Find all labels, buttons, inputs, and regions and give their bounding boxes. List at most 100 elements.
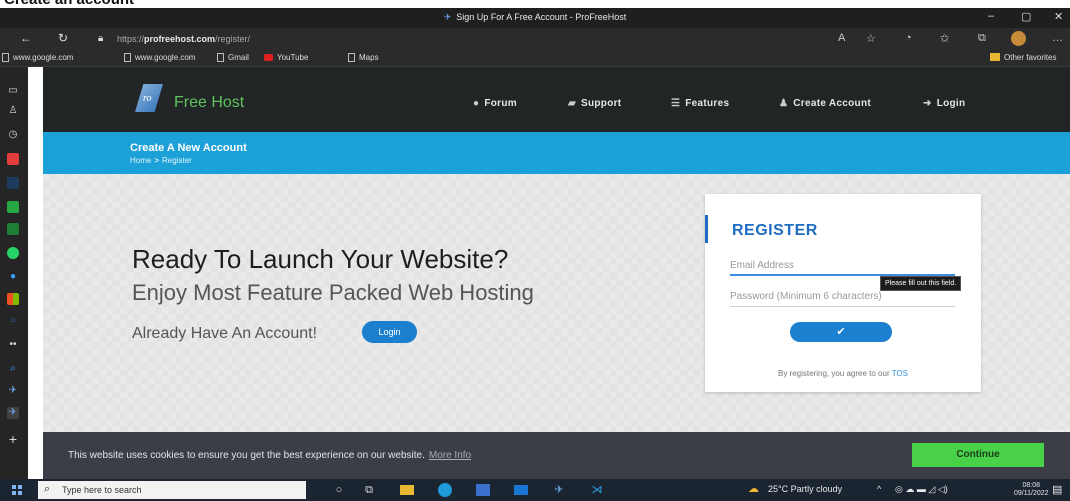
taskbar-search-input[interactable]: ⌕ Type here to search xyxy=(38,481,306,499)
file-explorer-icon[interactable] xyxy=(400,485,414,495)
bookmark-maps[interactable]: Maps xyxy=(348,53,379,62)
address-bar-row: ← ↻ 🔒︎ https://profreehost.com/register/… xyxy=(0,28,1070,50)
page-icon xyxy=(348,53,355,62)
clock[interactable]: 08:08 09/11/2022 xyxy=(1014,482,1049,498)
nav-create-account[interactable]: ♟ Create Account xyxy=(779,98,871,109)
bookmarks-bar: www.google.com www.google.com Gmail YouT… xyxy=(0,50,1070,67)
browser-titlebar: ✈ Sign Up For A Free Account - ProFreeHos… xyxy=(0,8,1070,28)
profreehost-task-icon[interactable]: ✈ xyxy=(552,483,566,497)
search-icon: ⌕ xyxy=(44,483,51,495)
weather-text[interactable]: 25°C Partly cloudy xyxy=(768,484,842,494)
screen: Create an account ✈Sign Up For A Free Ac… xyxy=(0,0,1070,501)
site-header: ro Free Host ● Forum ▰ Support ☰ Features ♟… xyxy=(43,67,1070,132)
cookie-banner: This website uses cookies to ensure you … xyxy=(43,432,1070,479)
browser-sidebar: ▭ ♙ ◷ ● ○ •• ⌕ ✈ ✈ + xyxy=(0,67,28,479)
more-info-link[interactable]: More Info xyxy=(429,450,471,461)
signin-icon: ➜ xyxy=(923,98,932,109)
tabs-icon[interactable]: ▭ xyxy=(7,85,19,97)
refresh-icon[interactable]: ↻ xyxy=(58,31,68,45)
window-title: ✈ Sign Up For A Free Account - ProFreeHos… xyxy=(443,12,627,22)
register-accent-bar xyxy=(705,215,708,243)
pinned-active-icon[interactable]: ✈ xyxy=(7,407,19,419)
hero-title: Ready To Launch Your Website? xyxy=(132,244,509,274)
bookmark-google-1[interactable]: www.google.com xyxy=(2,53,73,62)
youtube-icon xyxy=(264,54,273,61)
tray-chevron-icon[interactable]: ^ xyxy=(877,484,881,494)
register-card: REGISTER Please fill out this field. ✔ B… xyxy=(705,194,981,392)
breadcrumb: Home > Register xyxy=(130,156,192,165)
taskbar: ⌕ Type here to search ○ ⧉ ✈ ⋊ ☁ 25°C Par… xyxy=(0,479,1070,501)
bookmark-gmail[interactable]: Gmail xyxy=(217,53,249,62)
bookmark-google-2[interactable]: www.google.com xyxy=(124,53,195,62)
app-red-icon[interactable] xyxy=(7,153,19,165)
read-aloud-icon[interactable]: A xyxy=(838,32,845,44)
vscode-icon[interactable]: ⋊ xyxy=(590,483,604,497)
shop-icon[interactable]: ◷ xyxy=(7,129,19,141)
minimize-button[interactable]: – xyxy=(988,10,994,22)
profile-avatar[interactable] xyxy=(1011,31,1026,46)
search-people-icon[interactable]: ♙ xyxy=(7,105,19,117)
url-field[interactable]: https://profreehost.com/register/ xyxy=(117,34,250,44)
mail-icon[interactable] xyxy=(514,485,528,495)
chat-icon: ● xyxy=(473,98,480,109)
extensions-icon[interactable]: ◔ xyxy=(905,32,912,44)
favorites-icon[interactable]: ✩ xyxy=(940,32,949,45)
ticket-icon: ▰ xyxy=(568,98,576,109)
back-icon[interactable]: ← xyxy=(20,31,32,45)
tos-notice: By registering, you agree to our TOS xyxy=(777,369,908,378)
logo-text[interactable]: Free Host xyxy=(174,94,244,112)
list-icon: ☰ xyxy=(671,98,681,109)
continue-button[interactable]: Continue xyxy=(912,443,1044,467)
caption-strip: Create an account xyxy=(0,0,1070,8)
favorite-star-icon[interactable]: ☆ xyxy=(866,32,876,45)
users-icon: ♟ xyxy=(779,98,789,109)
edge-icon[interactable] xyxy=(438,483,452,497)
office-icon[interactable] xyxy=(7,293,19,305)
page-icon xyxy=(124,53,131,62)
windows-start-icon[interactable] xyxy=(12,485,22,495)
maximize-button[interactable]: ▢ xyxy=(1021,10,1031,23)
search-icon[interactable]: ⌕ xyxy=(7,363,19,375)
register-submit-button[interactable]: ✔ xyxy=(790,322,892,342)
page-heading-band: Create A New Account Home > Register xyxy=(43,132,1070,174)
more-menu-icon[interactable]: … xyxy=(1052,32,1063,44)
nav-forum[interactable]: ● Forum xyxy=(473,98,517,109)
whatsapp-icon[interactable] xyxy=(7,247,19,259)
lock-icon[interactable]: 🔒︎ xyxy=(98,33,103,44)
weather-icon: ☁ xyxy=(748,483,759,495)
email-field[interactable] xyxy=(730,256,955,276)
dots-icon[interactable]: •• xyxy=(7,339,19,351)
logo-mark-icon[interactable]: ro xyxy=(135,84,163,112)
app-green-icon[interactable] xyxy=(7,201,19,213)
page-icon xyxy=(2,53,9,62)
site-favicon-icon: ✈ xyxy=(443,12,452,22)
add-icon[interactable]: + xyxy=(7,432,19,446)
page-icon xyxy=(217,53,224,62)
app-dark-icon[interactable] xyxy=(7,177,19,189)
hero-section: Ready To Launch Your Website? Enjoy Most… xyxy=(43,174,1070,432)
excel-icon[interactable] xyxy=(7,223,19,235)
close-button[interactable]: ✕ xyxy=(1054,10,1063,23)
notifications-icon[interactable]: ▤ xyxy=(1052,483,1062,496)
store-icon[interactable] xyxy=(476,484,490,496)
hero-subtitle: Enjoy Most Feature Packed Web Hosting xyxy=(132,280,534,305)
nav-support[interactable]: ▰ Support xyxy=(568,98,621,109)
task-view-icon[interactable]: ⧉ xyxy=(362,483,376,497)
bookmark-other-favorites[interactable]: Other favorites xyxy=(990,53,1056,62)
collections-icon[interactable]: ⧉ xyxy=(978,32,986,45)
page-title: Create A New Account xyxy=(130,142,247,154)
bookmark-youtube[interactable]: YouTube xyxy=(264,53,308,62)
tos-link[interactable]: TOS xyxy=(892,369,908,378)
profreehost-icon[interactable]: ✈ xyxy=(7,385,19,397)
cookie-message: This website uses cookies to ensure you … xyxy=(68,450,472,461)
register-heading: REGISTER xyxy=(732,222,818,239)
cortana-icon[interactable]: ○ xyxy=(332,483,346,497)
nav-features[interactable]: ☰ Features xyxy=(671,98,729,109)
app-blue-icon[interactable]: ● xyxy=(7,271,19,283)
app-outline-icon[interactable]: ○ xyxy=(7,315,19,327)
tray-icons[interactable]: ◎ ☁ ▬ ◿ ◁) xyxy=(895,484,948,495)
hero-login-button[interactable]: Login xyxy=(362,321,417,343)
password-field[interactable] xyxy=(730,287,955,307)
breadcrumb-home[interactable]: Home xyxy=(130,156,151,165)
nav-login[interactable]: ➜ Login xyxy=(923,98,965,109)
